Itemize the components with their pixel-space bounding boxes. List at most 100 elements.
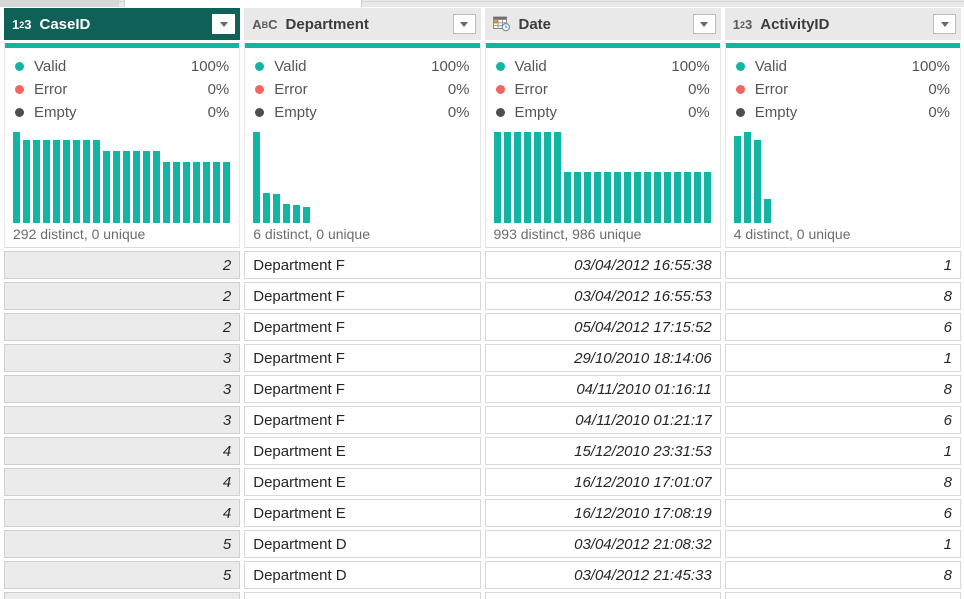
table-cell-caseid[interactable]: 3 <box>4 344 241 372</box>
table-cell-caseid[interactable]: 2 <box>4 251 241 279</box>
table-cell-activityid[interactable]: 8 <box>724 468 961 496</box>
histogram-bar[interactable] <box>543 132 551 223</box>
table-cell-department[interactable]: Department F <box>244 313 481 341</box>
histogram-bar[interactable] <box>303 206 311 223</box>
table-cell-date[interactable]: 04/11/2010 01:21:17 <box>484 406 721 434</box>
table-cell-department[interactable]: Department E <box>244 468 481 496</box>
histogram-bar[interactable] <box>573 172 581 223</box>
table-cell-department[interactable]: Department F <box>244 375 481 403</box>
histogram-bar[interactable] <box>183 162 190 223</box>
histogram-bar[interactable] <box>683 172 691 223</box>
value-distribution-histogram[interactable] <box>733 132 952 223</box>
table-cell-date[interactable]: 03/04/2012 16:55:38 <box>484 251 721 279</box>
table-cell-caseid[interactable]: 2 <box>4 282 241 310</box>
table-cell-date[interactable]: 03/04/2012 21:08:32 <box>484 530 721 558</box>
histogram-bar[interactable] <box>613 172 621 223</box>
histogram-bar[interactable] <box>13 132 20 223</box>
histogram-bar[interactable] <box>113 151 120 223</box>
table-cell-department[interactable]: Department F <box>244 344 481 372</box>
histogram-bar[interactable] <box>293 204 301 223</box>
table-cell-department[interactable]: Department F <box>244 282 481 310</box>
column-header-activityid[interactable]: 123 ActivityID <box>724 8 961 40</box>
histogram-bar[interactable] <box>193 162 200 223</box>
histogram-bar[interactable] <box>673 172 681 223</box>
table-cell-department[interactable]: Department E <box>244 499 481 527</box>
histogram-bar[interactable] <box>533 132 541 223</box>
filter-dropdown-button[interactable] <box>933 14 956 34</box>
filter-dropdown-button[interactable] <box>692 14 716 34</box>
histogram-bar[interactable] <box>263 192 271 223</box>
histogram-bar[interactable] <box>83 140 90 223</box>
histogram-bar[interactable] <box>633 172 641 223</box>
histogram-bar[interactable] <box>23 140 30 223</box>
table-cell-date[interactable]: 16/12/2010 17:01:07 <box>484 468 721 496</box>
table-cell-activityid[interactable]: 6 <box>724 499 961 527</box>
histogram-bar[interactable] <box>583 172 591 223</box>
table-cell-activityid[interactable]: 1 <box>724 530 961 558</box>
histogram-bar[interactable] <box>513 132 521 223</box>
table-cell-caseid[interactable]: 4 <box>4 468 241 496</box>
histogram-bar[interactable] <box>733 135 741 223</box>
table-cell-date[interactable]: 16/12/2010 17:08:19 <box>484 499 721 527</box>
histogram-bar[interactable] <box>763 199 771 223</box>
table-cell-caseid[interactable]: 5 <box>4 561 241 589</box>
histogram-bar[interactable] <box>753 140 761 223</box>
column-header-caseid[interactable]: 123 CaseID <box>4 8 241 40</box>
table-cell-department[interactable]: Department F <box>244 406 481 434</box>
histogram-bar[interactable] <box>33 140 40 223</box>
table-cell-caseid[interactable]: 4 <box>4 437 241 465</box>
histogram-bar[interactable] <box>203 162 210 223</box>
histogram-bar[interactable] <box>223 162 230 223</box>
table-cell-caseid[interactable]: 3 <box>4 406 241 434</box>
table-cell-department[interactable]: Department E <box>244 437 481 465</box>
histogram-bar[interactable] <box>133 151 140 223</box>
table-cell-date[interactable]: 03/04/2012 21:45:33 <box>484 561 721 589</box>
filter-dropdown-button[interactable] <box>452 14 476 34</box>
value-distribution-histogram[interactable] <box>253 132 471 223</box>
histogram-bar[interactable] <box>523 132 531 223</box>
histogram-bar[interactable] <box>163 162 170 223</box>
histogram-bar[interactable] <box>743 132 751 223</box>
histogram-bar[interactable] <box>213 162 220 223</box>
table-cell-department[interactable]: Department D <box>244 561 481 589</box>
histogram-bar[interactable] <box>123 151 130 223</box>
value-distribution-histogram[interactable] <box>493 132 712 223</box>
histogram-bar[interactable] <box>653 172 661 223</box>
filter-dropdown-button[interactable] <box>212 14 236 34</box>
value-distribution-histogram[interactable] <box>13 132 231 223</box>
histogram-bar[interactable] <box>623 172 631 223</box>
table-cell-date[interactable]: 05/04/2012 17:15:52 <box>484 313 721 341</box>
histogram-bar[interactable] <box>643 172 651 223</box>
histogram-bar[interactable] <box>553 132 561 223</box>
histogram-bar[interactable] <box>253 132 261 223</box>
table-cell-date[interactable]: 15/12/2010 23:31:53 <box>484 437 721 465</box>
histogram-bar[interactable] <box>283 203 291 223</box>
histogram-bar[interactable] <box>273 193 281 223</box>
histogram-bar[interactable] <box>53 140 60 223</box>
histogram-bar[interactable] <box>73 140 80 223</box>
histogram-bar[interactable] <box>503 132 511 223</box>
table-cell-activityid[interactable]: 6 <box>724 313 961 341</box>
table-cell-department[interactable]: Department D <box>244 530 481 558</box>
table-cell-activityid[interactable]: 6 <box>724 406 961 434</box>
histogram-bar[interactable] <box>143 151 150 223</box>
histogram-bar[interactable] <box>103 151 110 223</box>
histogram-bar[interactable] <box>563 172 571 223</box>
histogram-bar[interactable] <box>703 172 711 223</box>
table-cell-activityid[interactable]: 8 <box>724 282 961 310</box>
histogram-bar[interactable] <box>153 151 160 223</box>
table-cell-activityid[interactable]: 1 <box>724 344 961 372</box>
table-cell-activityid[interactable]: 1 <box>724 251 961 279</box>
histogram-bar[interactable] <box>63 140 70 223</box>
histogram-bar[interactable] <box>43 140 50 223</box>
table-cell-date[interactable]: 04/11/2010 01:16:11 <box>484 375 721 403</box>
table-cell-activityid[interactable]: 8 <box>724 375 961 403</box>
table-cell-caseid[interactable]: 4 <box>4 499 241 527</box>
column-header-date[interactable]: Date <box>484 8 721 40</box>
histogram-bar[interactable] <box>693 172 701 223</box>
table-cell-caseid[interactable]: 2 <box>4 313 241 341</box>
table-cell-caseid[interactable]: 3 <box>4 375 241 403</box>
table-cell-department[interactable]: Department F <box>244 251 481 279</box>
histogram-bar[interactable] <box>493 132 501 223</box>
table-cell-activityid[interactable]: 8 <box>724 561 961 589</box>
